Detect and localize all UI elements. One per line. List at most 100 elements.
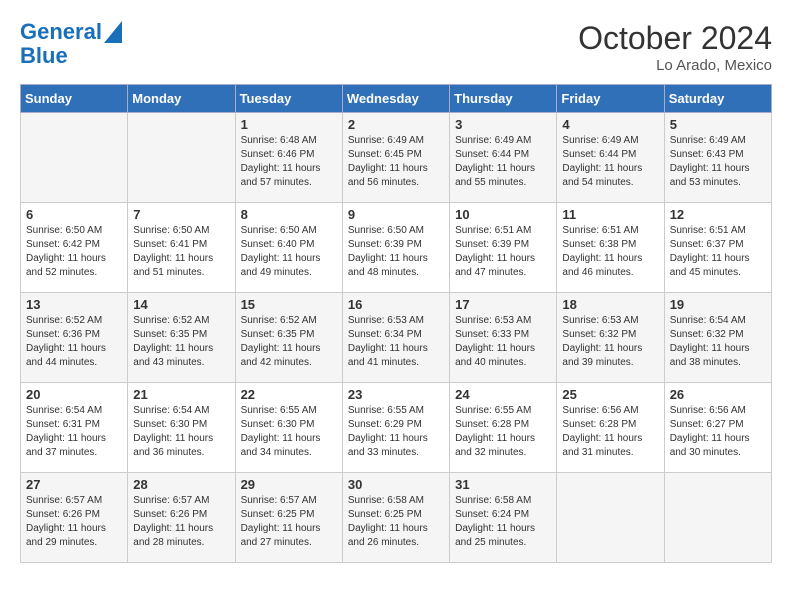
day-number: 4 <box>562 117 658 132</box>
day-number: 7 <box>133 207 229 222</box>
column-header-saturday: Saturday <box>664 85 771 113</box>
day-info: Sunrise: 6:57 AM Sunset: 6:26 PM Dayligh… <box>133 494 229 550</box>
day-number: 26 <box>670 387 766 402</box>
column-header-thursday: Thursday <box>450 85 557 113</box>
day-info: Sunrise: 6:56 AM Sunset: 6:27 PM Dayligh… <box>670 404 766 460</box>
day-number: 18 <box>562 297 658 312</box>
day-number: 1 <box>241 117 337 132</box>
calendar-cell: 17 Sunrise: 6:53 AM Sunset: 6:33 PM Dayli… <box>450 293 557 383</box>
day-number: 6 <box>26 207 122 222</box>
header-row: SundayMondayTuesdayWednesdayThursdayFrid… <box>21 85 772 113</box>
calendar-cell: 10 Sunrise: 6:51 AM Sunset: 6:39 PM Dayli… <box>450 203 557 293</box>
day-number: 28 <box>133 477 229 492</box>
calendar-cell: 6 Sunrise: 6:50 AM Sunset: 6:42 PM Daylig… <box>21 203 128 293</box>
day-info: Sunrise: 6:55 AM Sunset: 6:30 PM Dayligh… <box>241 404 337 460</box>
column-header-monday: Monday <box>128 85 235 113</box>
calendar-table: SundayMondayTuesdayWednesdayThursdayFrid… <box>20 84 772 563</box>
week-row-4: 20 Sunrise: 6:54 AM Sunset: 6:31 PM Dayli… <box>21 383 772 473</box>
day-number: 29 <box>241 477 337 492</box>
calendar-cell <box>128 113 235 203</box>
day-info: Sunrise: 6:58 AM Sunset: 6:25 PM Dayligh… <box>348 494 444 550</box>
calendar-cell: 12 Sunrise: 6:51 AM Sunset: 6:37 PM Dayli… <box>664 203 771 293</box>
calendar-cell: 5Sunrise: 6:49 AM Sunset: 6:43 PM Daylig… <box>664 113 771 203</box>
calendar-cell: 30 Sunrise: 6:58 AM Sunset: 6:25 PM Dayli… <box>342 473 449 563</box>
day-number: 23 <box>348 387 444 402</box>
day-info: Sunrise: 6:50 AM Sunset: 6:42 PM Dayligh… <box>26 224 122 280</box>
page-header: General Blue October 2024 Lo Arado, Mexi… <box>20 20 772 74</box>
logo-text2: Blue <box>20 44 68 68</box>
day-number: 13 <box>26 297 122 312</box>
day-info: Sunrise: 6:56 AM Sunset: 6:28 PM Dayligh… <box>562 404 658 460</box>
calendar-cell: 19 Sunrise: 6:54 AM Sunset: 6:32 PM Dayli… <box>664 293 771 383</box>
day-number: 9 <box>348 207 444 222</box>
calendar-cell: 24Sunrise: 6:55 AM Sunset: 6:28 PM Dayli… <box>450 383 557 473</box>
calendar-cell: 9 Sunrise: 6:50 AM Sunset: 6:39 PM Daylig… <box>342 203 449 293</box>
column-header-sunday: Sunday <box>21 85 128 113</box>
day-number: 21 <box>133 387 229 402</box>
week-row-2: 6 Sunrise: 6:50 AM Sunset: 6:42 PM Daylig… <box>21 203 772 293</box>
month-title: October 2024 <box>578 20 772 57</box>
day-number: 8 <box>241 207 337 222</box>
day-info: Sunrise: 6:54 AM Sunset: 6:31 PM Dayligh… <box>26 404 122 460</box>
calendar-cell: 16 Sunrise: 6:53 AM Sunset: 6:34 PM Dayli… <box>342 293 449 383</box>
day-number: 10 <box>455 207 551 222</box>
location: Lo Arado, Mexico <box>578 57 772 74</box>
day-number: 11 <box>562 207 658 222</box>
calendar-cell: 2Sunrise: 6:49 AM Sunset: 6:45 PM Daylig… <box>342 113 449 203</box>
day-info: Sunrise: 6:50 AM Sunset: 6:39 PM Dayligh… <box>348 224 444 280</box>
day-info: Sunrise: 6:52 AM Sunset: 6:35 PM Dayligh… <box>133 314 229 370</box>
calendar-cell <box>557 473 664 563</box>
day-info: Sunrise: 6:52 AM Sunset: 6:36 PM Dayligh… <box>26 314 122 370</box>
day-info: Sunrise: 6:50 AM Sunset: 6:41 PM Dayligh… <box>133 224 229 280</box>
day-info: Sunrise: 6:54 AM Sunset: 6:30 PM Dayligh… <box>133 404 229 460</box>
day-number: 31 <box>455 477 551 492</box>
day-info: Sunrise: 6:55 AM Sunset: 6:29 PM Dayligh… <box>348 404 444 460</box>
calendar-cell: 29 Sunrise: 6:57 AM Sunset: 6:25 PM Dayli… <box>235 473 342 563</box>
day-info: Sunrise: 6:48 AM Sunset: 6:46 PM Dayligh… <box>241 134 337 190</box>
day-number: 17 <box>455 297 551 312</box>
calendar-cell: 25Sunrise: 6:56 AM Sunset: 6:28 PM Dayli… <box>557 383 664 473</box>
day-number: 30 <box>348 477 444 492</box>
day-info: Sunrise: 6:58 AM Sunset: 6:24 PM Dayligh… <box>455 494 551 550</box>
day-number: 12 <box>670 207 766 222</box>
day-number: 20 <box>26 387 122 402</box>
calendar-cell: 3 Sunrise: 6:49 AM Sunset: 6:44 PM Daylig… <box>450 113 557 203</box>
logo: General Blue <box>20 20 122 68</box>
day-info: Sunrise: 6:57 AM Sunset: 6:26 PM Dayligh… <box>26 494 122 550</box>
calendar-cell: 1 Sunrise: 6:48 AM Sunset: 6:46 PM Daylig… <box>235 113 342 203</box>
calendar-cell: 31 Sunrise: 6:58 AM Sunset: 6:24 PM Dayli… <box>450 473 557 563</box>
week-row-3: 13 Sunrise: 6:52 AM Sunset: 6:36 PM Dayli… <box>21 293 772 383</box>
day-number: 19 <box>670 297 766 312</box>
week-row-5: 27Sunrise: 6:57 AM Sunset: 6:26 PM Dayli… <box>21 473 772 563</box>
day-number: 16 <box>348 297 444 312</box>
calendar-cell: 18Sunrise: 6:53 AM Sunset: 6:32 PM Dayli… <box>557 293 664 383</box>
day-info: Sunrise: 6:57 AM Sunset: 6:25 PM Dayligh… <box>241 494 337 550</box>
calendar-cell: 20 Sunrise: 6:54 AM Sunset: 6:31 PM Dayli… <box>21 383 128 473</box>
column-header-wednesday: Wednesday <box>342 85 449 113</box>
week-row-1: 1 Sunrise: 6:48 AM Sunset: 6:46 PM Daylig… <box>21 113 772 203</box>
logo-text: General <box>20 20 102 44</box>
calendar-cell: 7 Sunrise: 6:50 AM Sunset: 6:41 PM Daylig… <box>128 203 235 293</box>
calendar-cell: 27Sunrise: 6:57 AM Sunset: 6:26 PM Dayli… <box>21 473 128 563</box>
day-number: 14 <box>133 297 229 312</box>
day-info: Sunrise: 6:50 AM Sunset: 6:40 PM Dayligh… <box>241 224 337 280</box>
day-info: Sunrise: 6:49 AM Sunset: 6:44 PM Dayligh… <box>455 134 551 190</box>
logo-icon <box>104 21 122 43</box>
calendar-cell <box>21 113 128 203</box>
day-info: Sunrise: 6:55 AM Sunset: 6:28 PM Dayligh… <box>455 404 551 460</box>
column-header-friday: Friday <box>557 85 664 113</box>
day-info: Sunrise: 6:53 AM Sunset: 6:34 PM Dayligh… <box>348 314 444 370</box>
calendar-cell: 8 Sunrise: 6:50 AM Sunset: 6:40 PM Daylig… <box>235 203 342 293</box>
calendar-cell: 14 Sunrise: 6:52 AM Sunset: 6:35 PM Dayli… <box>128 293 235 383</box>
day-info: Sunrise: 6:53 AM Sunset: 6:33 PM Dayligh… <box>455 314 551 370</box>
calendar-cell: 21 Sunrise: 6:54 AM Sunset: 6:30 PM Dayli… <box>128 383 235 473</box>
calendar-cell: 26 Sunrise: 6:56 AM Sunset: 6:27 PM Dayli… <box>664 383 771 473</box>
day-info: Sunrise: 6:51 AM Sunset: 6:39 PM Dayligh… <box>455 224 551 280</box>
calendar-cell: 11Sunrise: 6:51 AM Sunset: 6:38 PM Dayli… <box>557 203 664 293</box>
day-info: Sunrise: 6:51 AM Sunset: 6:37 PM Dayligh… <box>670 224 766 280</box>
day-info: Sunrise: 6:49 AM Sunset: 6:44 PM Dayligh… <box>562 134 658 190</box>
day-info: Sunrise: 6:54 AM Sunset: 6:32 PM Dayligh… <box>670 314 766 370</box>
day-number: 3 <box>455 117 551 132</box>
calendar-cell: 22Sunrise: 6:55 AM Sunset: 6:30 PM Dayli… <box>235 383 342 473</box>
column-header-tuesday: Tuesday <box>235 85 342 113</box>
